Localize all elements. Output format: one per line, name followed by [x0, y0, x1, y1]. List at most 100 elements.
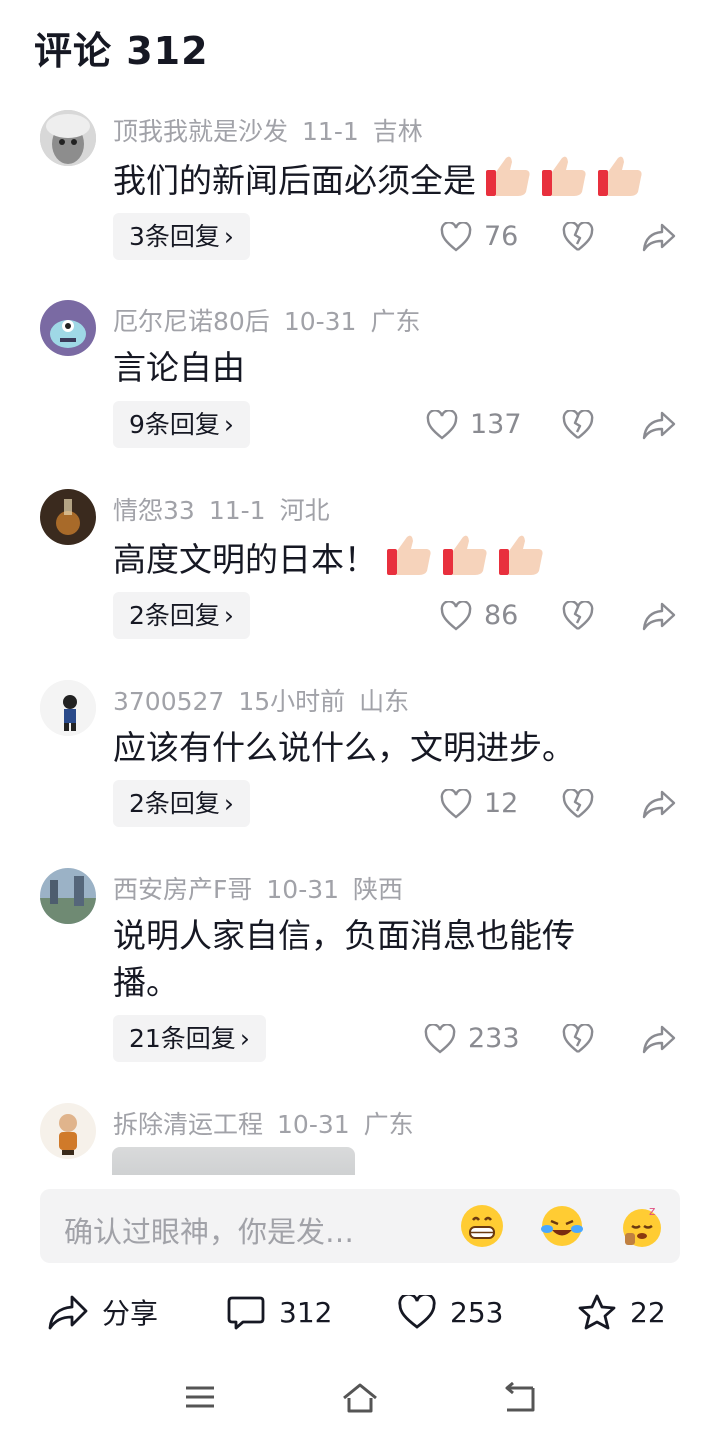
comment-text: 说明人家自信，负面消息也能传播。	[113, 916, 575, 1002]
share-arrow-icon	[642, 223, 676, 252]
avatar[interactable]	[40, 300, 96, 356]
like-button[interactable]: 233	[424, 1015, 520, 1062]
comments-button[interactable]: 312	[227, 1288, 332, 1336]
favorites-count: 22	[630, 1295, 666, 1329]
share-arrow-icon	[642, 1025, 676, 1054]
chevron-right-icon: ›	[223, 601, 234, 630]
like-count: 137	[470, 409, 522, 440]
like-button[interactable]: 76	[440, 213, 518, 260]
heart-icon	[440, 221, 472, 252]
replies-label: 2条回复	[129, 789, 220, 818]
heart-icon	[440, 788, 472, 819]
thumbs-up-icon	[385, 533, 433, 589]
comment-text: 高度文明的日本！	[113, 540, 377, 579]
sleepy-emoji-icon[interactable]: z	[619, 1203, 665, 1249]
back-icon[interactable]	[503, 1381, 537, 1418]
comment-username[interactable]: 拆除清运工程	[113, 1110, 263, 1139]
star-icon	[578, 1294, 616, 1330]
replies-label: 3条回复	[129, 222, 220, 251]
share-comment-button[interactable]	[642, 222, 676, 256]
chevron-right-icon: ›	[223, 789, 234, 818]
comment-input-placeholder: 确认过眼神，你是发…	[64, 1215, 355, 1249]
comment-location: 河北	[279, 496, 330, 525]
avatar[interactable]	[40, 1103, 96, 1159]
replies-label: 9条回复	[129, 410, 220, 439]
comment-location: 吉林	[372, 117, 423, 146]
comment-date: 11-1	[302, 117, 359, 146]
share-label: 分享	[102, 1297, 159, 1330]
menu-icon[interactable]	[184, 1382, 216, 1416]
comment-image[interactable]	[112, 1147, 355, 1175]
share-comment-button[interactable]	[642, 410, 676, 444]
share-button[interactable]: 分享	[48, 1288, 158, 1336]
comment-date: 11-1	[208, 496, 266, 525]
share-comment-button[interactable]	[642, 1024, 676, 1058]
broken-heart-icon	[562, 409, 594, 439]
svg-text:z: z	[649, 1204, 655, 1218]
action-bar: 分享 312 253 22	[0, 1288, 720, 1336]
share-comment-button[interactable]	[642, 789, 676, 823]
chevron-right-icon: ›	[223, 222, 234, 251]
comment-username[interactable]: 情怨33	[113, 496, 195, 525]
like-button[interactable]: 137	[426, 401, 522, 448]
like-button[interactable]: 86	[440, 592, 518, 639]
avatar[interactable]	[40, 680, 96, 736]
like-video-button[interactable]: 253	[398, 1288, 503, 1336]
comment-username[interactable]: 厄尔尼诺80后	[113, 307, 270, 336]
share-arrow-icon	[642, 602, 676, 631]
broken-heart-icon	[562, 1023, 594, 1053]
comment-date: 10-31	[277, 1110, 350, 1139]
comment-text: 言论自由	[113, 348, 245, 387]
home-icon[interactable]	[341, 1382, 379, 1418]
view-replies-button[interactable]: 9条回复 ›	[113, 401, 250, 448]
comment-date: 15小时前	[238, 687, 346, 716]
system-nav-bar	[0, 1370, 720, 1430]
replies-label: 21条回复	[129, 1024, 236, 1053]
comment-text: 应该有什么说什么，文明进步。	[113, 728, 575, 767]
dislike-button[interactable]	[562, 788, 594, 823]
share-comment-button[interactable]	[642, 601, 676, 635]
view-replies-button[interactable]: 2条回复 ›	[113, 592, 250, 639]
view-replies-button[interactable]: 21条回复 ›	[113, 1015, 266, 1062]
heart-icon	[440, 600, 472, 631]
comment-location: 广东	[370, 307, 421, 336]
avatar[interactable]	[40, 489, 96, 545]
share-arrow-icon	[642, 411, 676, 440]
heart-icon	[424, 1023, 456, 1054]
page-title: 评论 312	[34, 29, 209, 73]
grin-emoji-icon[interactable]	[459, 1203, 505, 1249]
thumbs-up-icon	[596, 154, 644, 210]
comment-location: 广东	[363, 1110, 414, 1139]
broken-heart-icon	[562, 788, 594, 818]
dislike-button[interactable]	[562, 409, 594, 444]
like-button[interactable]: 12	[440, 780, 518, 827]
share-arrow-icon	[642, 790, 676, 819]
comment-text: 我们的新闻后面必须全是	[113, 161, 476, 200]
like-count: 12	[484, 788, 519, 819]
chevron-right-icon: ›	[239, 1024, 250, 1053]
comment-date: 10-31	[266, 875, 340, 904]
avatar[interactable]	[40, 868, 96, 924]
comment-location: 陕西	[353, 875, 404, 904]
likes-count: 253	[450, 1295, 504, 1329]
thumbs-up-icon	[540, 154, 588, 210]
comment-username[interactable]: 顶我我就是沙发	[113, 117, 288, 146]
thumbs-up-icon	[441, 533, 489, 589]
broken-heart-icon	[562, 221, 594, 251]
view-replies-button[interactable]: 2条回复 ›	[113, 780, 250, 827]
laugh-cry-emoji-icon[interactable]	[539, 1203, 585, 1249]
dislike-button[interactable]	[562, 1023, 594, 1058]
comments-count: 312	[279, 1295, 333, 1329]
comment-input[interactable]: 确认过眼神，你是发… z	[40, 1189, 680, 1263]
dislike-button[interactable]	[562, 221, 594, 256]
comment-username[interactable]: 3700527	[113, 687, 224, 716]
comment-username[interactable]: 西安房产F哥	[113, 875, 252, 904]
dislike-button[interactable]	[562, 600, 594, 635]
broken-heart-icon	[562, 600, 594, 630]
favorite-button[interactable]: 22	[578, 1288, 666, 1336]
thumbs-up-icon	[484, 154, 532, 210]
heart-icon	[426, 409, 458, 440]
avatar[interactable]	[40, 110, 96, 166]
share-arrow-icon	[48, 1295, 88, 1330]
view-replies-button[interactable]: 3条回复 ›	[113, 213, 250, 260]
